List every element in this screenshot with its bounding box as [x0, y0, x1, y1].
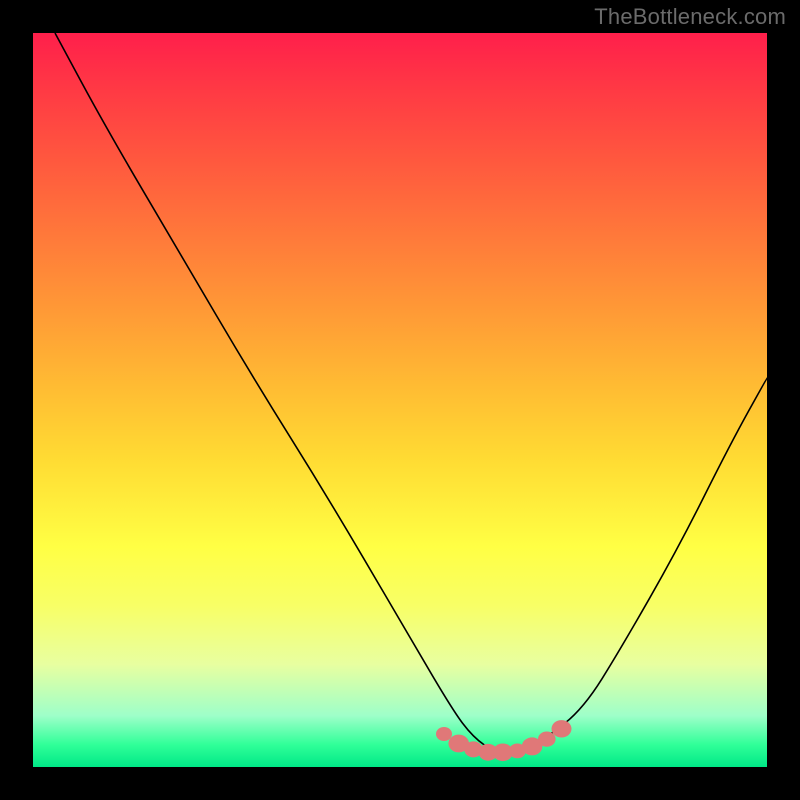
watermark-text: TheBottleneck.com: [594, 4, 786, 30]
plot-area: [33, 33, 767, 767]
minimum-marker: [552, 720, 572, 737]
curve-svg: [33, 33, 767, 767]
chart-frame: TheBottleneck.com: [0, 0, 800, 800]
minimum-marker: [436, 727, 452, 741]
bottleneck-curve-path: [55, 33, 767, 752]
minimum-markers-group: [436, 720, 572, 761]
minimum-marker: [538, 732, 556, 747]
